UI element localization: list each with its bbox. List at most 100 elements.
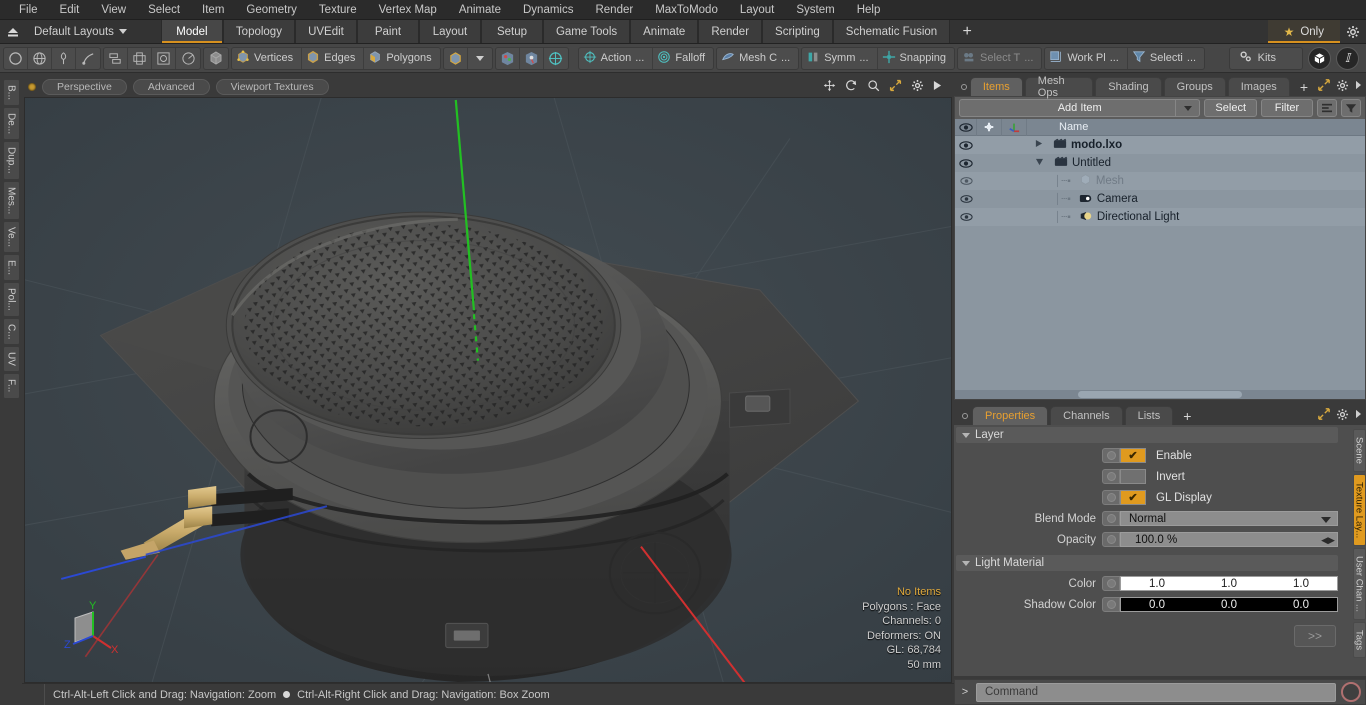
fit-icon[interactable] xyxy=(889,79,902,95)
add-panel-tab-button[interactable]: + xyxy=(1292,77,1316,96)
mesh-constraint-button[interactable]: Mesh C ... xyxy=(717,48,798,69)
command-input[interactable]: Command xyxy=(976,682,1336,702)
menu-item-edit[interactable]: Edit xyxy=(49,0,91,20)
enable-channel-knob[interactable] xyxy=(1102,448,1120,463)
layout-tab-topology[interactable]: Topology xyxy=(222,20,295,43)
tab-properties[interactable]: Properties xyxy=(972,406,1049,425)
paint-select-icon[interactable] xyxy=(496,47,520,69)
items-tree-hscrollbar[interactable] xyxy=(955,390,1365,399)
invert-checkbox[interactable] xyxy=(1120,469,1146,484)
pen-tool-icon[interactable] xyxy=(52,47,76,69)
table-row[interactable]: Untitled xyxy=(955,154,1365,172)
chevron-down-icon[interactable] xyxy=(468,48,492,69)
layout-tab-game-tools[interactable]: Game Tools xyxy=(542,20,631,43)
viewport-textures-toggle[interactable]: Viewport Textures xyxy=(215,79,329,95)
collapse-toolbar-button[interactable] xyxy=(0,20,26,43)
color-channel-knob[interactable] xyxy=(1102,576,1120,591)
layout-tab-schematic-fusion[interactable]: Schematic Fusion xyxy=(832,20,951,43)
mode-polygons-button[interactable]: Polygons xyxy=(364,48,439,69)
chevron-right-icon[interactable] xyxy=(1355,80,1362,93)
chevron-down-icon[interactable] xyxy=(1175,100,1199,116)
viewport-dot-icon[interactable] xyxy=(28,83,36,91)
shadow-color-channel-knob[interactable] xyxy=(1102,597,1120,612)
row-visibility-eye-icon[interactable] xyxy=(955,177,977,185)
table-row[interactable]: modo.lxo xyxy=(955,136,1365,154)
table-row[interactable]: │┄▪ Directional Light xyxy=(955,208,1365,226)
menu-item-geometry[interactable]: Geometry xyxy=(235,0,308,20)
menu-item-render[interactable]: Render xyxy=(584,0,644,20)
shadow-color-swatch-field[interactable]: 0.0 0.0 0.0 xyxy=(1120,597,1338,612)
side-tab-tags[interactable]: Tags xyxy=(1352,622,1366,659)
items-tree[interactable]: Name modo.lxo Untitled │┄▪ Mesh │┄▪ Came… xyxy=(955,119,1365,399)
left-tab-uv[interactable]: UV xyxy=(2,346,20,373)
snap-grid-icon[interactable] xyxy=(544,48,568,69)
gear-icon[interactable] xyxy=(1336,408,1349,424)
curve-tool-icon[interactable] xyxy=(76,48,100,69)
funnel-icon[interactable] xyxy=(1341,99,1361,117)
layout-tab-paint[interactable]: Paint xyxy=(356,20,419,43)
enable-checkbox[interactable]: ✔ xyxy=(1120,448,1146,463)
work-plane-button[interactable]: Work Pl ... xyxy=(1045,47,1128,69)
select-button[interactable]: Select xyxy=(1204,99,1257,117)
opacity-input[interactable]: 100.0 % ◀▶ xyxy=(1120,532,1338,547)
gl-display-channel-knob[interactable] xyxy=(1102,490,1120,505)
menu-item-dynamics[interactable]: Dynamics xyxy=(512,0,584,20)
layout-tab-uvedit[interactable]: UVEdit xyxy=(294,20,357,43)
menu-item-texture[interactable]: Texture xyxy=(308,0,368,20)
layout-tab-scripting[interactable]: Scripting xyxy=(762,20,833,43)
row-visibility-eye-icon[interactable] xyxy=(955,140,977,150)
menu-item-maxtomodo[interactable]: MaxToModo xyxy=(644,0,729,20)
filter-button[interactable]: Filter xyxy=(1261,99,1313,117)
snapping-button[interactable]: Snapping xyxy=(878,48,955,69)
blend-mode-channel-knob[interactable] xyxy=(1102,511,1120,526)
panel-menu-dot-icon[interactable] xyxy=(958,406,972,425)
opacity-channel-knob[interactable] xyxy=(1102,532,1120,547)
menu-item-animate[interactable]: Animate xyxy=(448,0,512,20)
mode-vertices-button[interactable]: Vertices xyxy=(232,47,303,69)
tab-groups[interactable]: Groups xyxy=(1163,77,1226,96)
menu-item-layout[interactable]: Layout xyxy=(729,0,786,20)
menu-item-system[interactable]: System xyxy=(785,0,845,20)
menu-item-select[interactable]: Select xyxy=(137,0,191,20)
menu-item-file[interactable]: File xyxy=(8,0,49,20)
row-twisty-right-icon[interactable] xyxy=(1035,139,1043,151)
unreal-icon[interactable]: 𝕀 xyxy=(1336,46,1359,70)
left-tab-deform[interactable]: De... xyxy=(2,107,20,141)
tab-images[interactable]: Images xyxy=(1227,77,1290,96)
layout-tab-setup[interactable]: Setup xyxy=(480,20,543,43)
cube-icon[interactable] xyxy=(204,48,228,69)
color-swatch-field[interactable]: 1.0 1.0 1.0 xyxy=(1120,576,1338,591)
viewport-mode-perspective[interactable]: Perspective xyxy=(42,79,127,95)
default-layouts-dropdown[interactable]: Default Layouts xyxy=(26,20,139,43)
expand-icon[interactable] xyxy=(1318,79,1330,94)
falloff-button[interactable]: Falloff xyxy=(653,48,713,69)
record-icon[interactable] xyxy=(1341,682,1361,702)
left-tab-polygon[interactable]: Pol... xyxy=(2,282,20,317)
expand-icon[interactable] xyxy=(1318,408,1330,423)
row-visibility-eye-icon[interactable] xyxy=(955,213,977,221)
center-icon[interactable] xyxy=(128,47,152,69)
viewport-3d[interactable]: Y X Z No Items Polygons : Face Channels:… xyxy=(24,97,952,683)
paint-brush-icon[interactable] xyxy=(520,47,544,69)
left-tab-mesh[interactable]: Mes... xyxy=(2,180,20,221)
gear-icon[interactable] xyxy=(1336,79,1349,95)
material-cube-icon[interactable] xyxy=(444,47,468,69)
menu-item-view[interactable]: View xyxy=(90,0,137,20)
gear-icon[interactable] xyxy=(1340,20,1366,43)
add-layout-tab-button[interactable]: + xyxy=(950,20,985,43)
table-row[interactable]: │┄▪ Mesh xyxy=(955,172,1365,190)
select-through-button[interactable]: Select T ... xyxy=(958,48,1041,69)
kits-button[interactable]: Kits xyxy=(1228,46,1303,70)
row-visibility-eye-icon[interactable] xyxy=(955,158,977,168)
layout-tab-layout[interactable]: Layout xyxy=(418,20,481,43)
selection-set-button[interactable]: Selecti ... xyxy=(1128,48,1204,69)
left-tab-vertex[interactable]: Ve... xyxy=(2,221,20,254)
side-tab-scene[interactable]: Scene xyxy=(1352,429,1366,472)
table-row[interactable]: │┄▪ Camera xyxy=(955,190,1365,208)
rotate-icon[interactable] xyxy=(845,79,858,95)
chevron-right-icon[interactable] xyxy=(1355,409,1362,422)
left-tab-falloff[interactable]: F... xyxy=(2,373,20,399)
modo-cube-icon[interactable] xyxy=(1308,46,1331,70)
tab-mesh-ops[interactable]: Mesh Ops xyxy=(1024,75,1094,99)
sphere-tool-icon[interactable] xyxy=(28,47,52,69)
